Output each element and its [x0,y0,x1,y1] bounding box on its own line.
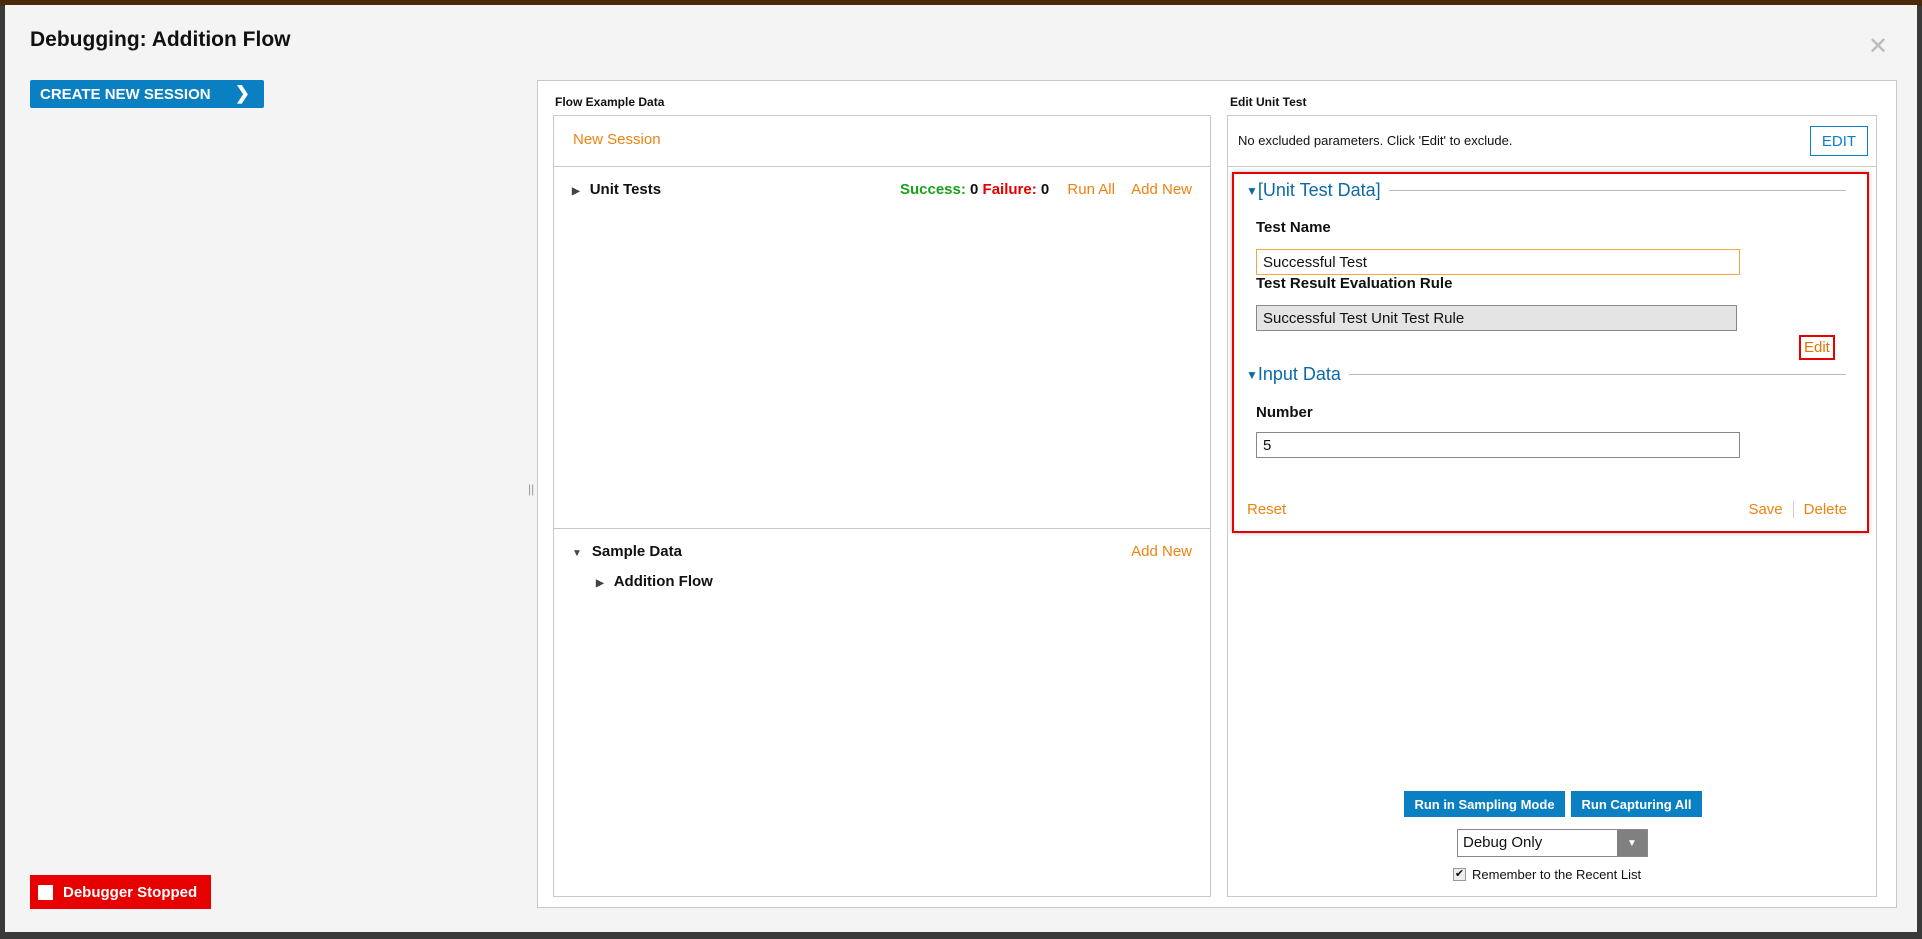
debugger-status-button[interactable]: Debugger Stopped [30,875,211,909]
create-label: CREATE NEW SESSION [40,85,211,103]
reset-link[interactable]: Reset [1247,501,1286,518]
rule-input: Successful Test Unit Test Rule [1256,305,1737,331]
unit-test-form-highlight: ▼ [Unit Test Data] Test Name Successful T… [1232,172,1869,533]
run-all-link[interactable]: Run All [1067,181,1115,198]
flow-example-panel: New Session ▶ Unit Tests Success: 0 Failu… [553,115,1211,897]
number-input[interactable]: 5 [1256,432,1740,458]
failure-count: 0 [1040,181,1050,198]
unit-test-data-section[interactable]: ▼ [Unit Test Data] [1246,180,1846,201]
rule-label: Test Result Evaluation Rule [1256,275,1453,292]
expand-arrow-icon: ▶ [596,578,604,589]
rule-edit-link[interactable]: Edit [1799,335,1835,360]
add-new-unit-test-link[interactable]: Add New [1131,181,1192,198]
flow-example-data-label: Flow Example Data [555,95,665,109]
section-title: Input Data [1257,364,1341,384]
excluded-text: No excluded parameters. Click 'Edit' to … [1238,133,1513,148]
close-icon[interactable]: ✕ [1868,32,1888,61]
edit-exclusions-button[interactable]: EDIT [1810,126,1868,156]
remember-label: Remember to the Recent List [1472,867,1642,882]
expand-arrow-icon[interactable]: ▶ [572,186,580,197]
number-label: Number [1256,404,1313,421]
collapse-arrow-icon: ▼ [1246,367,1258,382]
stop-icon [38,884,53,900]
splitter-handle[interactable]: || [528,482,534,496]
collapse-arrow-icon: ▼ [1246,183,1258,198]
page-title: Debugging: Addition Flow [30,28,291,51]
delete-link[interactable]: Delete [1804,501,1847,518]
edit-unit-test-panel: No excluded parameters. Click 'Edit' to … [1227,115,1877,897]
run-capturing-button[interactable]: Run Capturing All [1571,791,1702,817]
save-link[interactable]: Save [1748,501,1782,518]
chevron-down-icon: ▼ [1617,830,1647,856]
test-name-input[interactable]: Successful Test [1256,249,1740,275]
sample-item-label: Addition Flow [613,573,713,590]
edit-unit-test-label: Edit Unit Test [1230,95,1307,109]
input-data-section[interactable]: ▼ Input Data [1246,364,1846,385]
sample-item[interactable]: ▶ Addition Flow [554,573,1210,590]
failure-label: Failure: [982,181,1037,198]
success-count: 0 [970,181,979,198]
mode-select[interactable]: Debug Only ▼ [1457,829,1648,857]
section-title: [Unit Test Data] [1257,180,1381,200]
debugger-status-label: Debugger Stopped [63,883,198,901]
remember-checkbox[interactable]: ✔ [1453,868,1466,881]
chevron-right-icon: ❯ [234,83,250,103]
create-new-session-button[interactable]: CREATE NEW SESSION ❯ [30,80,264,108]
test-name-label: Test Name [1256,219,1331,236]
success-label: Success: [899,181,966,198]
collapse-arrow-icon[interactable]: ▼ [572,548,582,559]
run-sampling-button[interactable]: Run in Sampling Mode [1404,791,1565,817]
mode-select-value: Debug Only [1463,834,1543,851]
add-new-sample-link[interactable]: Add New [1131,543,1192,560]
new-session-link[interactable]: New Session [573,131,661,148]
sample-data-label[interactable]: Sample Data [592,543,682,560]
unit-tests-label[interactable]: Unit Tests [590,181,661,198]
